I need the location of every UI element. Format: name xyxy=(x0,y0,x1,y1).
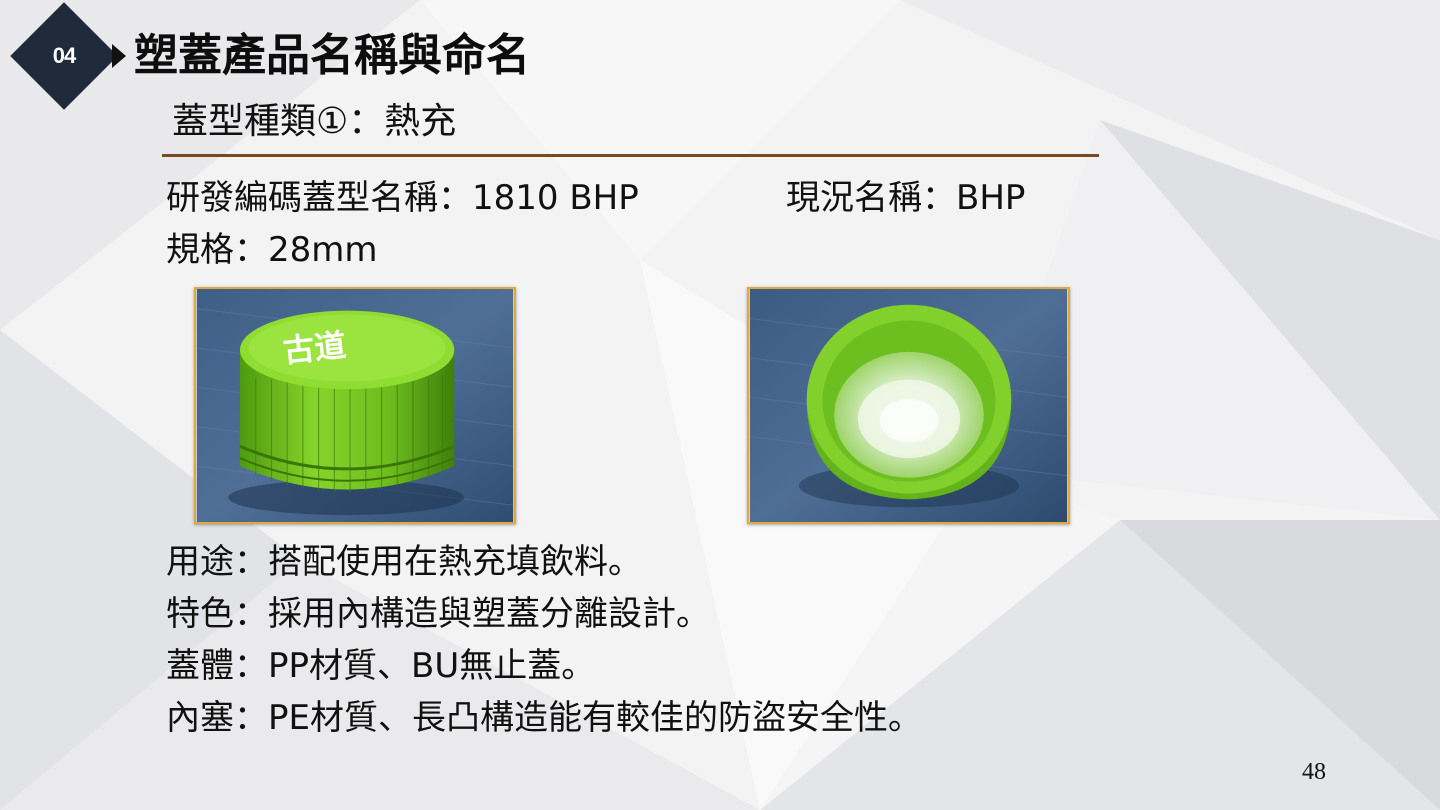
feature-text: 特色：採用內構造與塑蓋分離設計。 xyxy=(166,594,710,634)
section-number: 04 xyxy=(52,43,76,68)
current-name-text: 現況名稱：BHP xyxy=(786,178,1026,218)
spec-text: 規格：28mm xyxy=(166,230,378,270)
dev-code-text: 研發編碼蓋型名稱：1810 BHP xyxy=(166,178,639,218)
usage-text: 用途：搭配使用在熱充填飲料。 xyxy=(166,542,642,582)
slide-subtitle: 蓋型種類①：熱充 xyxy=(172,101,457,142)
chevron-right-icon xyxy=(112,44,126,68)
title-divider xyxy=(162,154,1099,157)
cap-side-illustration: 古道 xyxy=(196,289,514,522)
body-text: 蓋體：PP材質、BU無止蓋。 xyxy=(166,646,596,686)
liner-text: 內塞：PE材質、長凸構造能有較佳的防盜安全性。 xyxy=(166,698,922,738)
cap-print-text: 古道 xyxy=(281,328,348,370)
cap-inside-photo xyxy=(747,287,1070,524)
cap-inside-illustration xyxy=(749,289,1068,522)
cap-side-photo: 古道 xyxy=(194,287,516,524)
page-number: 48 xyxy=(1302,759,1326,785)
slide-title: 塑蓋產品名稱與命名 xyxy=(134,30,530,81)
